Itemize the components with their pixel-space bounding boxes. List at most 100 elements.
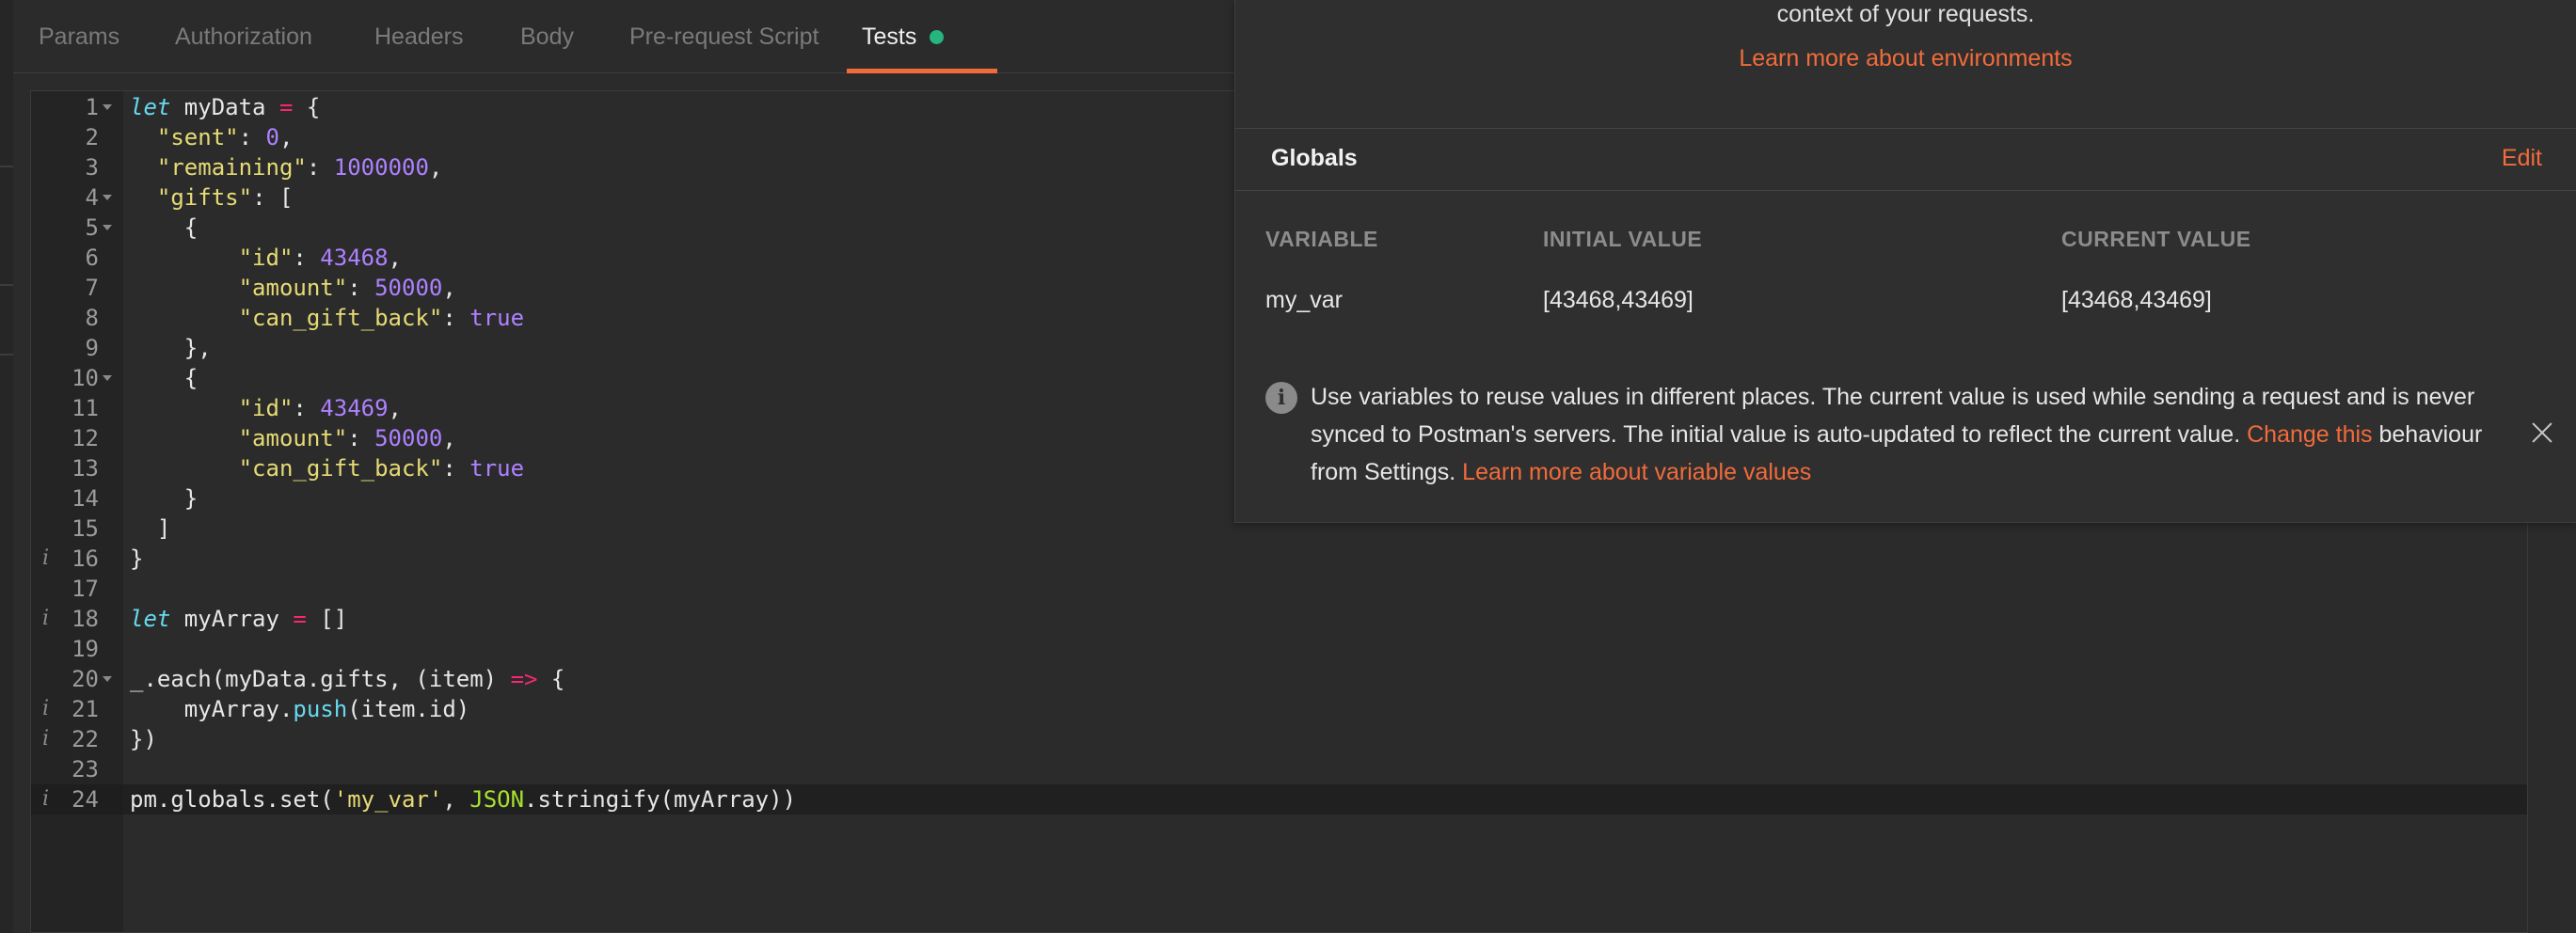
code-line[interactable]: i 16}: [31, 544, 2527, 574]
code-token: :: [347, 425, 375, 451]
code-token: 0: [265, 124, 279, 150]
current-value-cell: [43468,43469]: [2061, 287, 2212, 313]
tab-params[interactable]: Params: [39, 0, 119, 73]
code-token: ,: [278, 124, 294, 150]
code-text: }): [130, 724, 157, 754]
code-token: {: [293, 94, 321, 120]
code-token: ,: [442, 275, 456, 301]
code-token: "can_gift_back": [238, 305, 443, 331]
line-number: 24: [72, 786, 99, 813]
code-token: "remaining": [156, 154, 307, 181]
code-token: .stringify(myArray)): [524, 786, 797, 813]
close-icon[interactable]: [2529, 419, 2555, 446]
line-number: 7: [85, 275, 99, 301]
code-text: "sent": 0,: [130, 122, 294, 152]
line-info-icon[interactable]: i: [42, 604, 56, 634]
tab-headers[interactable]: Headers: [374, 0, 464, 73]
line-number: 4: [85, 184, 99, 211]
code-token: {: [130, 365, 199, 391]
globals-edit-button[interactable]: Edit: [2502, 145, 2542, 172]
initial-value-cell: [43468,43469]: [1543, 287, 1693, 313]
line-info-icon[interactable]: i: [42, 694, 56, 724]
code-line[interactable]: 23: [31, 754, 2527, 784]
line-number: 5: [85, 214, 99, 241]
code-line[interactable]: i 22}): [31, 724, 2527, 754]
learn-more-variable-values-link[interactable]: Learn more about variable values: [1462, 459, 1811, 485]
line-number: 9: [85, 335, 99, 361]
code-token: pm.globals.set(: [130, 786, 334, 813]
fold-arrow-icon[interactable]: [103, 104, 112, 110]
line-number: 10: [72, 365, 99, 391]
active-tab-indicator: [847, 69, 997, 73]
code-token: "gifts": [156, 184, 253, 211]
code-text: },: [130, 333, 212, 363]
variables-info-message: Use variables to reuse values in differe…: [1311, 378, 2524, 491]
learn-more-environments-link[interactable]: Learn more about environments: [1235, 45, 2576, 72]
code-token: "id": [238, 395, 294, 421]
tab-label: Authorization: [175, 23, 312, 50]
code-text: let myArray = []: [130, 604, 347, 634]
line-number: 12: [72, 425, 99, 451]
code-token: :: [238, 124, 266, 150]
code-token: (item.id): [347, 696, 470, 722]
code-token: }: [130, 546, 144, 572]
column-header-current-value: CURRENT VALUE: [2061, 227, 2251, 251]
code-text: "can_gift_back": true: [130, 453, 524, 483]
tab-label: Params: [39, 23, 120, 50]
code-token: }): [130, 726, 157, 752]
code-token: _.each(myData.gifts, (item): [130, 666, 511, 692]
code-token: "sent": [156, 124, 239, 150]
tab-body[interactable]: Body: [520, 0, 574, 73]
code-line[interactable]: i 24 pm.globals.set('my_var', JSON.stringi…: [31, 784, 2527, 814]
line-number: 16: [72, 546, 99, 572]
code-line[interactable]: 20 _.each(myData.gifts, (item) => {: [31, 664, 2527, 694]
code-token: myArray.: [130, 696, 294, 722]
code-token: true: [469, 455, 525, 482]
line-info-icon[interactable]: i: [42, 784, 56, 814]
code-token: ,: [442, 425, 456, 451]
fold-arrow-icon[interactable]: [103, 195, 112, 200]
line-info-icon[interactable]: i: [42, 544, 56, 574]
line-number: 14: [72, 485, 99, 512]
code-line[interactable]: i 21 myArray.push(item.id): [31, 694, 2527, 724]
tab-pre-request-script[interactable]: Pre-request Script: [629, 0, 819, 73]
tab-label: Body: [520, 23, 574, 50]
fold-arrow-icon[interactable]: [103, 225, 112, 230]
divider: [1235, 190, 2576, 191]
code-token: :: [442, 305, 470, 331]
code-text: {: [130, 363, 198, 393]
code-text: pm.globals.set('my_var', JSON.stringify(…: [130, 784, 796, 814]
code-line[interactable]: 19: [31, 634, 2527, 664]
code-token: =: [278, 94, 294, 120]
code-text: ]: [130, 514, 170, 544]
tab-tests[interactable]: Tests: [847, 0, 997, 73]
globals-title: Globals: [1271, 145, 1358, 171]
line-number: 1: [85, 94, 99, 120]
code-line[interactable]: 17: [31, 574, 2527, 604]
fold-arrow-icon[interactable]: [103, 375, 112, 381]
code-text: "amount": 50000,: [130, 273, 456, 303]
tab-label: Headers: [374, 23, 464, 50]
code-token: ,: [442, 786, 470, 813]
code-token: ,: [388, 395, 402, 421]
code-text: "id": 43469,: [130, 393, 402, 423]
line-info-icon[interactable]: i: [42, 724, 56, 754]
tab-authorization[interactable]: Authorization: [175, 0, 312, 73]
left-pane-edge: [0, 0, 13, 933]
tab-label: Pre-request Script: [629, 23, 819, 50]
code-token: myData: [170, 94, 279, 120]
fold-arrow-icon[interactable]: [103, 676, 112, 682]
code-token: :: [293, 395, 321, 421]
code-token: let: [130, 606, 171, 632]
code-token: :: [306, 154, 334, 181]
code-token: :: [347, 275, 375, 301]
code-token: {: [537, 666, 565, 692]
change-this-link[interactable]: Change this: [2247, 421, 2372, 448]
code-token: "id": [238, 245, 294, 271]
line-number: 17: [72, 576, 99, 602]
code-line[interactable]: i 18 let myArray = []: [31, 604, 2527, 634]
